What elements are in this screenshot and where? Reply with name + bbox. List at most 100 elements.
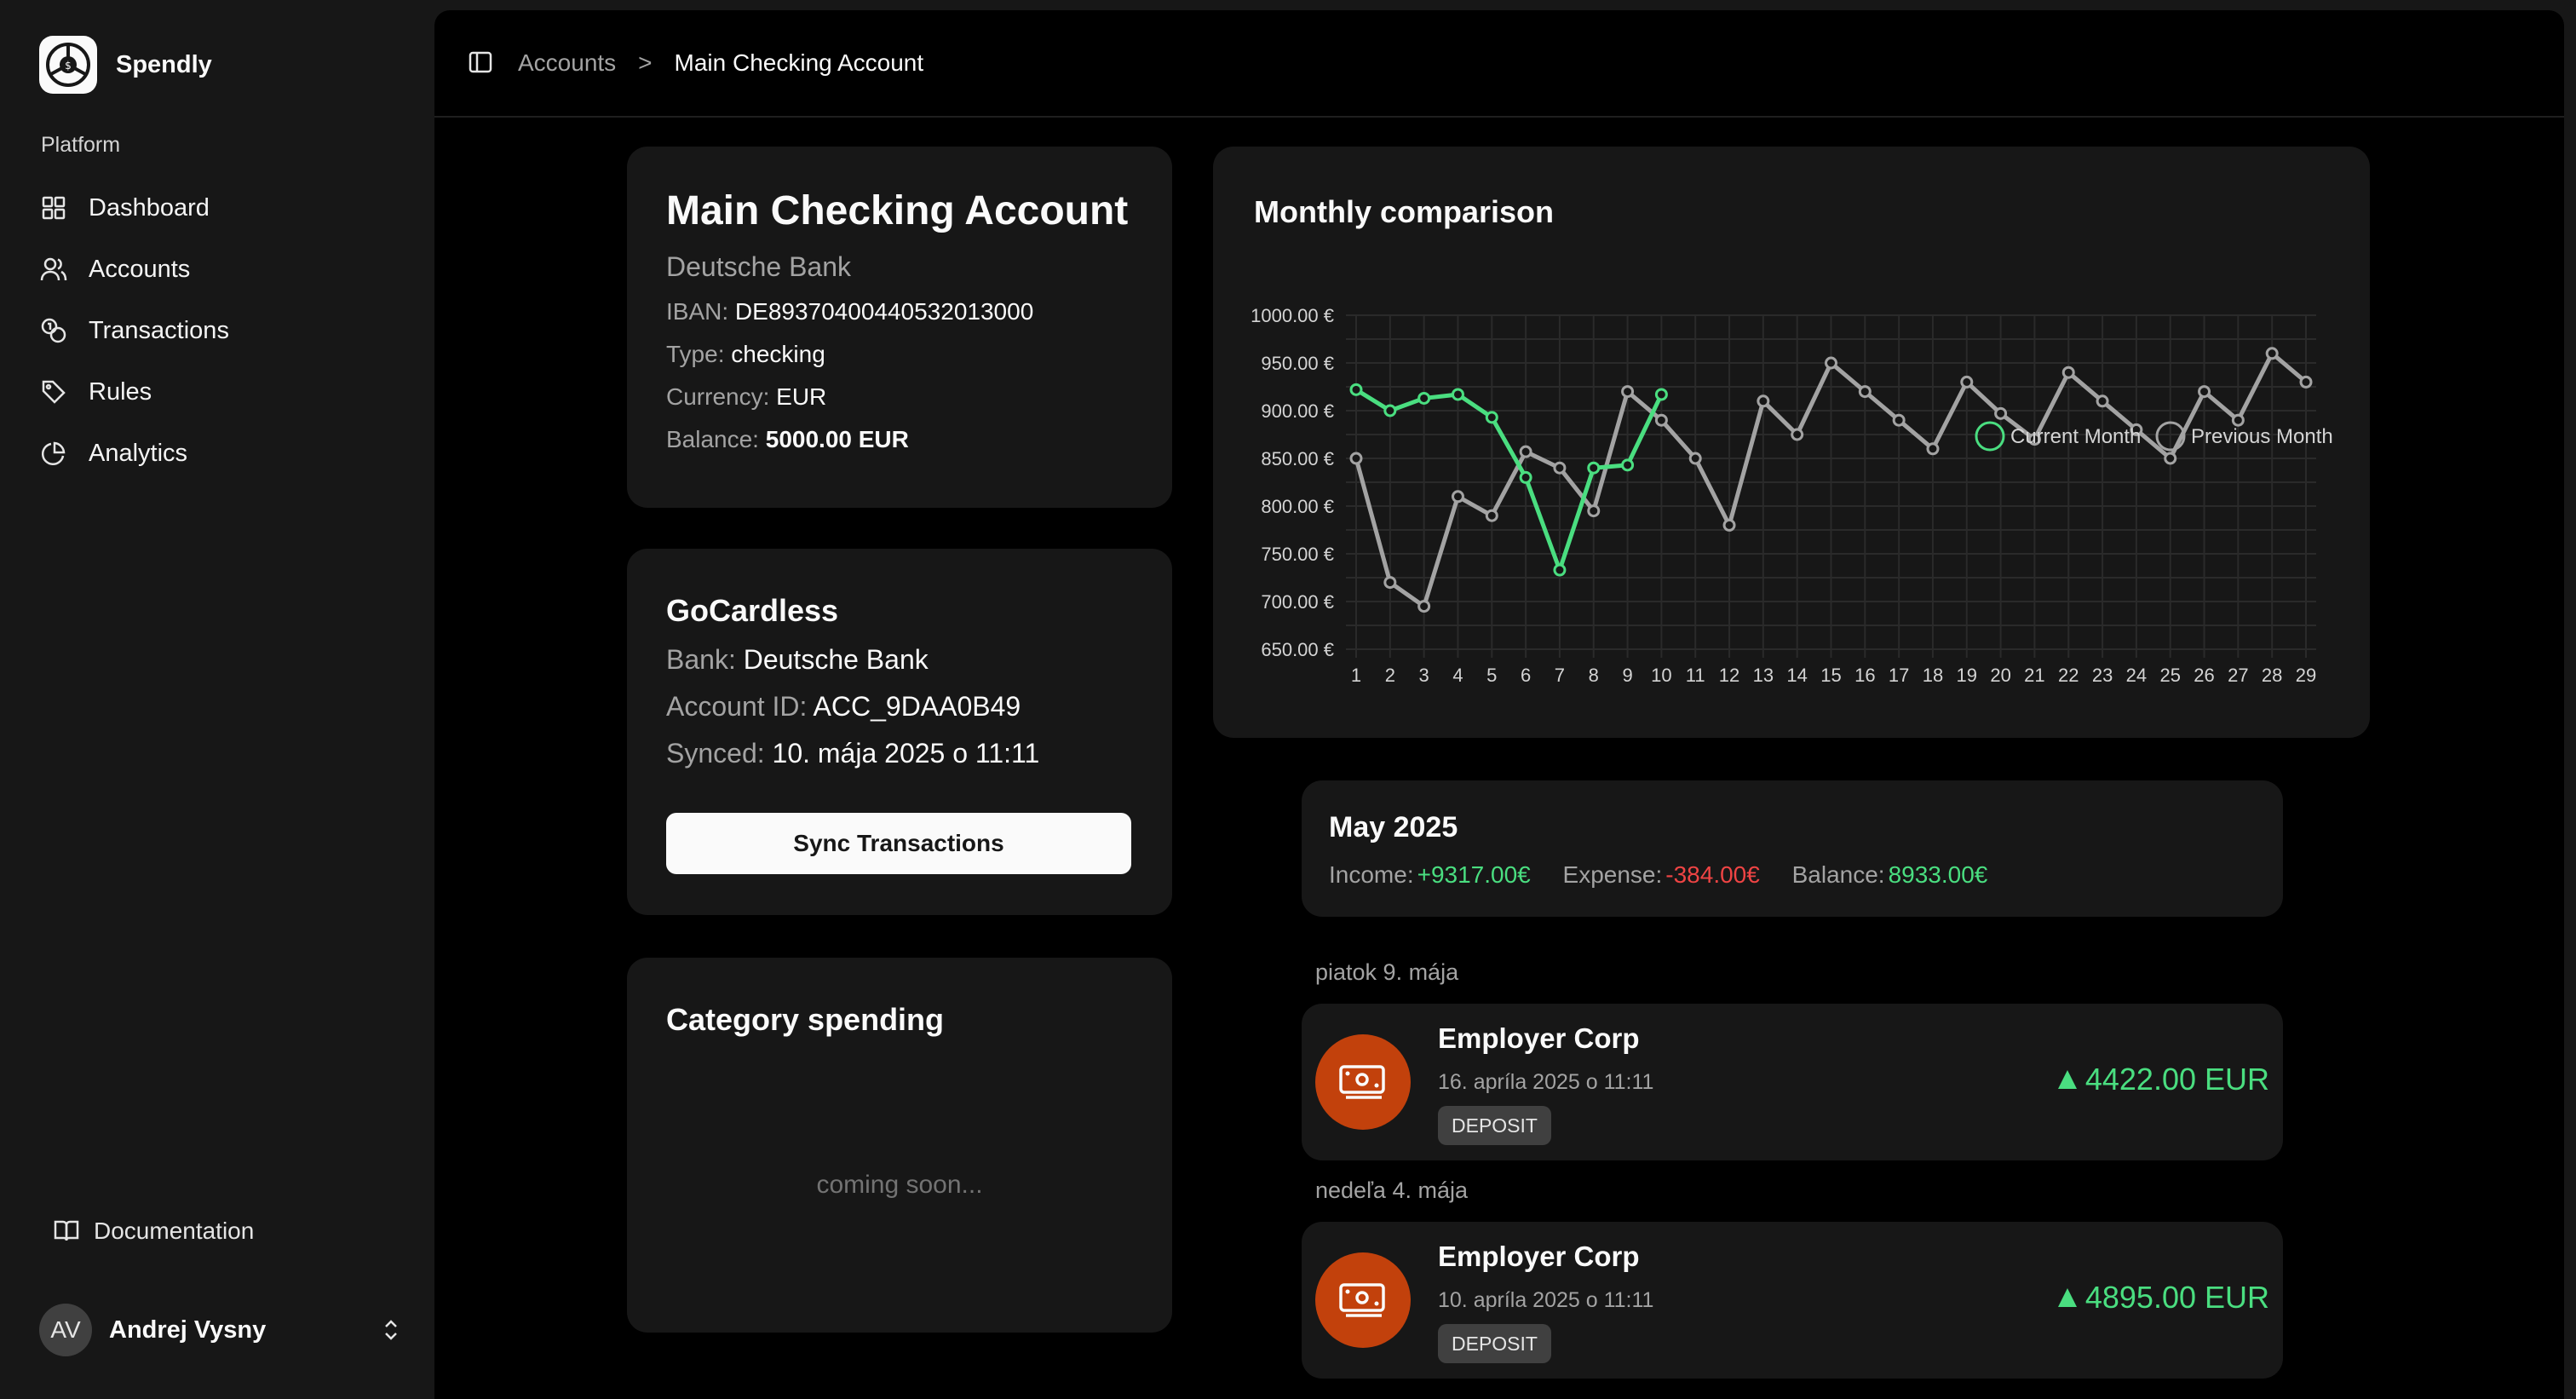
- banknote-icon: [1315, 1252, 1411, 1348]
- balance-value: 5000.00 EUR: [765, 426, 909, 452]
- month-balance-label: Balance:: [1791, 861, 1885, 888]
- gc-synced-value: 10. mája 2025 o 11:11: [772, 738, 1040, 769]
- day-label: nedeľa 4. mája: [1315, 1177, 1468, 1203]
- account-type: Type: checking: [666, 341, 1133, 368]
- section-label-platform: Platform: [41, 133, 121, 157]
- previous-month-point: [1519, 445, 1532, 458]
- previous-month-point: [2299, 375, 2313, 389]
- user-name: Andrej Vysny: [109, 1316, 267, 1344]
- previous-month-point: [1994, 406, 2008, 420]
- y-tick-label: 800.00 €: [1261, 496, 1334, 517]
- legend-swatch-current-month: [1975, 421, 2005, 452]
- transaction-row[interactable]: Employer Corp 10. apríla 2025 o 11:11 DE…: [1302, 1222, 2283, 1379]
- sidebar-item-accounts[interactable]: Accounts: [39, 239, 414, 300]
- gc-account-id-label: Account ID:: [666, 691, 808, 722]
- sidebar-item-rules[interactable]: Rules: [39, 361, 414, 423]
- previous-month-point: [2198, 385, 2211, 399]
- previous-month-point: [1417, 600, 1431, 613]
- x-tick-label: 17: [1889, 665, 1909, 686]
- previous-month-point: [2061, 366, 2075, 379]
- x-tick-label: 19: [1957, 665, 1977, 686]
- previous-month-point: [1349, 452, 1363, 465]
- previous-month-point: [1451, 490, 1464, 504]
- brand[interactable]: $ Spendly: [39, 36, 212, 94]
- sidebar-item-label: Dashboard: [89, 193, 210, 222]
- gc-bank-value: Deutsche Bank: [743, 644, 929, 675]
- currency-value: EUR: [776, 383, 827, 410]
- x-tick-label: 21: [2024, 665, 2044, 686]
- balance-label: Balance:: [666, 426, 759, 452]
- x-tick-label: 6: [1521, 665, 1531, 686]
- x-tick-label: 11: [1686, 665, 1705, 686]
- income-label: Income:: [1329, 861, 1414, 888]
- iban-label: IBAN:: [666, 298, 729, 325]
- breadcrumb: Accounts > Main Checking Account: [518, 49, 923, 77]
- current-month-point: [1587, 461, 1601, 475]
- x-tick-label: 2: [1385, 665, 1395, 686]
- month-balance-value: 8933.00€: [1888, 861, 1988, 888]
- previous-month-point: [1757, 394, 1770, 408]
- sidebar-item-analytics[interactable]: Analytics: [39, 423, 414, 484]
- x-tick-label: 25: [2159, 665, 2180, 686]
- type-label: Type:: [666, 341, 725, 367]
- sidebar-item-label: Accounts: [89, 255, 191, 283]
- gc-synced-label: Synced:: [666, 738, 765, 769]
- transaction-date: 16. apríla 2025 o 11:11: [1438, 1070, 1654, 1094]
- chevrons-up-down-icon: [377, 1316, 405, 1344]
- documentation-link[interactable]: Documentation: [53, 1217, 254, 1246]
- transaction-row[interactable]: Employer Corp 16. apríla 2025 o 11:11 DE…: [1302, 1004, 2283, 1160]
- current-month-point: [1553, 563, 1567, 577]
- category-spending-card: Category spending coming soon...: [627, 958, 1172, 1333]
- x-tick-label: 10: [1651, 665, 1671, 686]
- breadcrumb-separator: >: [638, 49, 653, 76]
- breadcrumb-current: Main Checking Account: [674, 49, 924, 76]
- expense-value: -384.00€: [1665, 861, 1760, 888]
- previous-month-point: [1892, 413, 1906, 427]
- previous-month-point: [1858, 385, 1872, 399]
- x-tick-label: 18: [1923, 665, 1943, 686]
- monthly-comparison-card: 1000.00 € 950.00 € 900.00 € 850.00 € 800.00 …: [1213, 147, 2370, 738]
- iban-value: DE89370400440532013000: [734, 298, 1034, 325]
- documentation-label: Documentation: [94, 1218, 255, 1244]
- current-month-point: [1383, 404, 1397, 417]
- breadcrumb-accounts[interactable]: Accounts: [518, 49, 616, 77]
- expense-label: Expense:: [1562, 861, 1663, 888]
- x-tick-label: 3: [1419, 665, 1429, 686]
- y-tick-label: 750.00 €: [1261, 544, 1334, 565]
- sidebar-item-label: Rules: [89, 377, 152, 406]
- x-tick-label: 15: [1820, 665, 1841, 686]
- transaction-amount-value: 4422.00 EUR: [2084, 1062, 2269, 1097]
- sidebar-toggle-icon[interactable]: [467, 49, 496, 78]
- y-tick-label: 650.00 €: [1261, 639, 1334, 660]
- user-menu[interactable]: AV Andrej Vysny: [39, 1300, 405, 1360]
- sidebar-item-label: Transactions: [89, 316, 229, 344]
- tag-icon: [39, 377, 68, 406]
- previous-month-point: [2231, 413, 2245, 427]
- gocardless-bank: Bank: Deutsche Bank: [666, 644, 1133, 676]
- gc-account-id-value: ACC_9DAA0B49: [813, 691, 1021, 722]
- coins-icon: [39, 316, 68, 345]
- x-tick-label: 9: [1622, 665, 1632, 686]
- x-tick-label: 28: [2262, 665, 2282, 686]
- current-month-point: [1485, 411, 1498, 424]
- previous-month-point: [1722, 518, 1736, 532]
- gocardless-account-id: Account ID: ACC_9DAA0B49: [666, 691, 1133, 723]
- topbar: Accounts > Main Checking Account: [434, 10, 2564, 118]
- income-stat: Income: +9317.00€: [1329, 861, 1531, 888]
- month-title: May 2025: [1329, 811, 1458, 843]
- sidebar-nav: Dashboard Accounts Transactions Rules An…: [39, 177, 414, 484]
- current-month-point: [1621, 458, 1635, 472]
- y-tick-label: 1000.00 €: [1251, 305, 1334, 326]
- account-bank: Deutsche Bank: [666, 251, 852, 282]
- sidebar-item-dashboard[interactable]: Dashboard: [39, 177, 414, 239]
- sync-transactions-button[interactable]: Sync Transactions: [666, 813, 1131, 874]
- triangle-up-icon: [2057, 1070, 2077, 1089]
- previous-month-point: [1621, 385, 1635, 399]
- previous-month-point: [1688, 452, 1702, 465]
- transaction-name: Employer Corp: [1438, 1241, 1640, 1272]
- sidebar-item-transactions[interactable]: Transactions: [39, 300, 414, 361]
- month-stats: Income: +9317.00€ Expense: -384.00€ Balanc…: [1329, 861, 2256, 889]
- previous-month-point: [1791, 428, 1804, 441]
- previous-month-point: [2096, 394, 2109, 408]
- transaction-amount: 4422.00 EUR: [2057, 1062, 2269, 1097]
